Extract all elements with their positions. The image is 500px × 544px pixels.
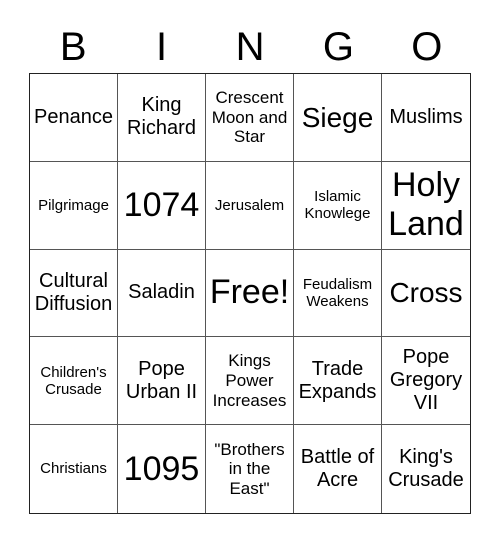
bingo-cell[interactable]: Children's Crusade <box>30 337 118 426</box>
header-letter-b: B <box>59 25 87 69</box>
bingo-cell[interactable]: Feudalism Weakens <box>294 249 382 338</box>
bingo-cell[interactable]: Jerusalem <box>206 161 294 250</box>
bingo-grid: Penance King Richard Crescent Moon and S… <box>29 73 471 514</box>
bingo-cell[interactable]: Islamic Knowlege <box>294 161 382 250</box>
bingo-cell[interactable]: Cultural Diffusion <box>30 249 118 338</box>
bingo-cell[interactable]: 1095 <box>118 425 206 513</box>
free-space-cell[interactable]: Free! <box>206 249 294 338</box>
bingo-cell[interactable]: Holy Land <box>382 162 470 250</box>
header-letter-i: I <box>156 25 168 69</box>
bingo-cell[interactable]: 1074 <box>118 161 206 250</box>
header-letter-o: O <box>411 25 443 69</box>
bingo-cell[interactable]: King's Crusade <box>382 425 470 513</box>
bingo-header: B I N G O <box>29 22 471 72</box>
bingo-cell[interactable]: King Richard <box>118 74 206 162</box>
bingo-cell[interactable]: Pilgrimage <box>30 161 118 250</box>
bingo-cell[interactable]: "Brothers in the East" <box>206 425 294 513</box>
bingo-cell[interactable]: Crescent Moon and Star <box>206 74 294 162</box>
bingo-cell[interactable]: Pope Gregory VII <box>382 337 470 426</box>
bingo-cell[interactable]: Battle of Acre <box>294 425 382 513</box>
header-letter-g: G <box>322 25 354 69</box>
bingo-cell[interactable]: Cross <box>382 250 470 338</box>
bingo-cell[interactable]: Penance <box>30 74 118 162</box>
bingo-cell[interactable]: Pope Urban II <box>118 337 206 426</box>
bingo-cell[interactable]: Muslims <box>382 74 470 162</box>
bingo-cell[interactable]: Saladin <box>118 249 206 338</box>
bingo-cell[interactable]: Trade Expands <box>294 337 382 426</box>
bingo-cell[interactable]: Kings Power Increases <box>206 337 294 426</box>
bingo-cell[interactable]: Siege <box>294 74 382 162</box>
header-letter-n: N <box>235 25 265 69</box>
bingo-cell[interactable]: Christians <box>30 425 118 513</box>
